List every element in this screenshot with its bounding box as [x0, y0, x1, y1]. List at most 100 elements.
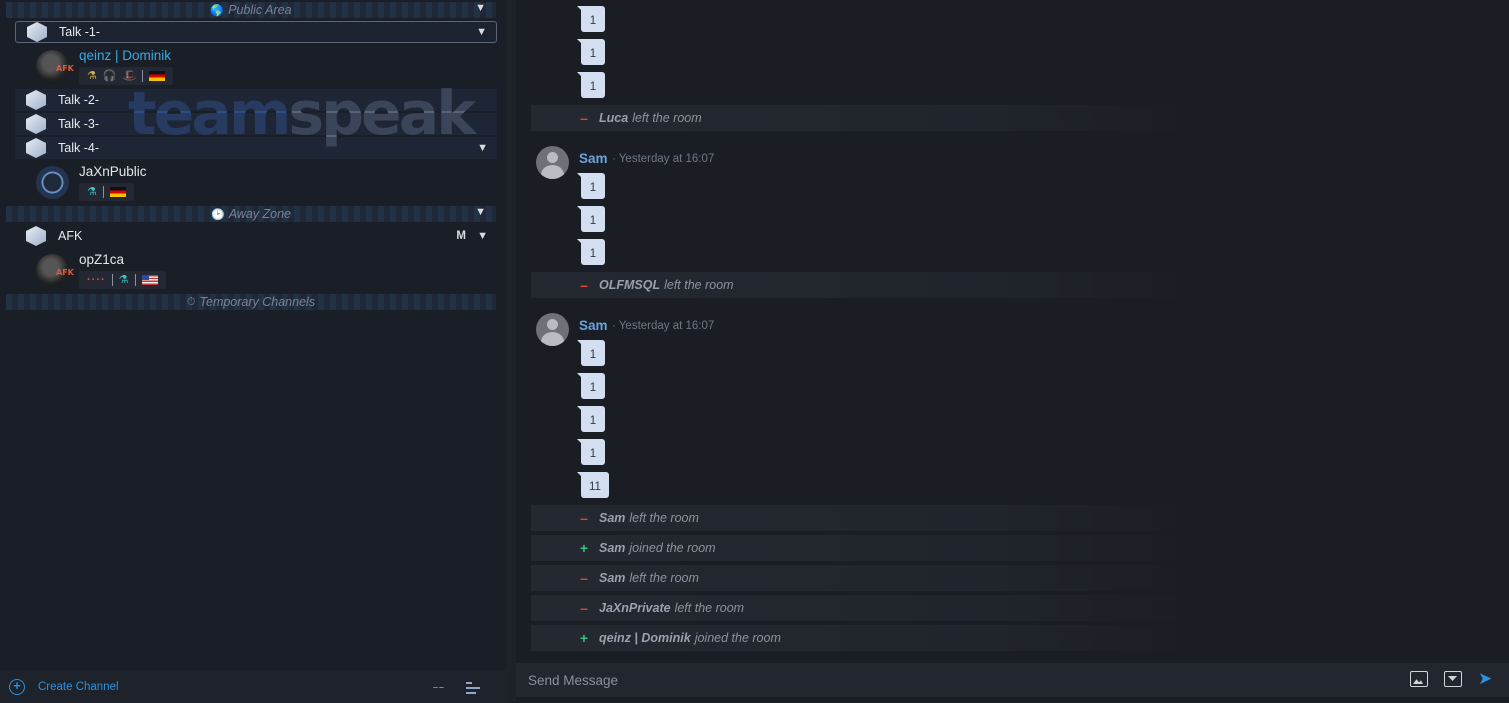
- client-name: opZ1ca: [79, 252, 125, 267]
- event-user[interactable]: JaXnPrivate: [599, 601, 671, 615]
- germany-flag-icon: [109, 187, 126, 197]
- message-bubble: 1: [581, 439, 605, 465]
- channel-tree-panel: teamspeak 🌎 Public Area ▼ Talk -1- ▼ AFK…: [0, 0, 506, 703]
- message-bubble: 11: [581, 472, 609, 498]
- flask-icon: ⚗: [118, 273, 129, 286]
- divider: [142, 70, 144, 82]
- event-text: left the room: [629, 511, 699, 525]
- channel-name: Talk -1-: [59, 25, 100, 39]
- moderated-flag: M: [456, 230, 466, 242]
- message-bubble: 1: [581, 39, 605, 65]
- dots-icon: ····: [87, 273, 106, 286]
- channel-talk-4[interactable]: Talk -4- ▼: [15, 137, 497, 159]
- chevron-down-icon[interactable]: ▼: [475, 2, 486, 14]
- spacer-temporary-channels[interactable]: ⏱ Temporary Channels: [6, 294, 496, 310]
- client-name: qeinz | Dominik: [79, 48, 172, 63]
- author-name[interactable]: Sam: [579, 318, 608, 333]
- event-text: joined the room: [694, 631, 781, 645]
- event-user[interactable]: Sam: [599, 571, 625, 585]
- minus-icon: –: [580, 110, 588, 126]
- flask-icon: ⚗: [87, 69, 97, 82]
- leave-event: – Sam left the room: [531, 565, 1201, 591]
- chat-panel: 1 1 1 – Luca left the room Sam · Yesterd…: [516, 0, 1509, 703]
- minus-icon: –: [580, 600, 588, 616]
- channel-name: AFK: [58, 229, 83, 243]
- stopwatch-icon: ⏱: [186, 295, 196, 308]
- channel-icon: [26, 138, 46, 158]
- avatar[interactable]: [536, 146, 569, 179]
- channel-talk-3[interactable]: Talk -3-: [15, 113, 497, 135]
- timestamp: · Yesterday at 16:07: [612, 153, 715, 165]
- chevron-down-icon[interactable]: ▼: [477, 142, 488, 154]
- image-upload-icon[interactable]: [1410, 671, 1428, 687]
- divider: [134, 274, 136, 286]
- channel-afk[interactable]: AFK M ▼: [15, 225, 497, 247]
- event-text: left the room: [632, 111, 702, 125]
- channel-name: Talk -2-: [58, 93, 99, 107]
- event-user[interactable]: Luca: [599, 111, 628, 125]
- client-qeinz-dominik[interactable]: AFK qeinz | Dominik ⚗ 🎧 🎩: [36, 48, 456, 88]
- leave-event: – JaXnPrivate left the room: [531, 595, 1201, 621]
- teamspeak-window: teamspeak 🌎 Public Area ▼ Talk -1- ▼ AFK…: [0, 0, 1509, 703]
- germany-flag-icon: [149, 71, 166, 81]
- afk-badge: AFK: [56, 268, 74, 277]
- spacer-away-zone[interactable]: 🕑 Away Zone ▼: [6, 206, 496, 222]
- spacer-label: Away Zone: [228, 207, 291, 221]
- add-circle-icon[interactable]: +: [9, 678, 25, 695]
- channel-tree: teamspeak 🌎 Public Area ▼ Talk -1- ▼ AFK…: [0, 0, 506, 670]
- send-icon[interactable]: ➤: [1478, 670, 1496, 687]
- message-bubble: 1: [581, 6, 605, 32]
- message-bubble: 1: [581, 173, 605, 199]
- divider: [102, 186, 104, 198]
- avatar: [36, 166, 69, 199]
- list-sort-icon[interactable]: [466, 679, 482, 695]
- chevron-down-icon[interactable]: ▼: [476, 26, 487, 38]
- panel-splitter[interactable]: [506, 0, 516, 703]
- event-user[interactable]: Sam: [599, 511, 625, 525]
- author-name[interactable]: Sam: [579, 151, 608, 166]
- minus-icon: –: [580, 277, 588, 293]
- clock-icon: 🕑: [210, 208, 225, 221]
- client-name: JaXnPublic: [79, 164, 147, 179]
- channel-icon: [26, 114, 46, 134]
- message-bubble: 1: [581, 340, 605, 366]
- message-bubble: 1: [581, 206, 605, 232]
- leave-event: – OLFMSQL left the room: [531, 272, 1201, 298]
- channel-talk-1[interactable]: Talk -1- ▼: [15, 21, 497, 43]
- plus-icon: +: [579, 540, 589, 556]
- message-bubble: 1: [581, 406, 605, 432]
- channel-name: Talk -4-: [58, 141, 99, 155]
- spacer-label: Temporary Channels: [199, 295, 316, 309]
- join-event: + Sam joined the room: [531, 535, 1201, 561]
- client-badges: ⚗ 🎧 🎩: [79, 67, 174, 85]
- usa-flag-icon: [141, 275, 158, 285]
- timestamp: · Yesterday at 16:07: [612, 320, 715, 332]
- message-composer: ➤: [516, 663, 1509, 697]
- client-badges: ⚗: [79, 183, 134, 201]
- event-text: left the room: [674, 601, 745, 615]
- avatar[interactable]: [536, 313, 569, 346]
- gif-icon[interactable]: [1444, 671, 1462, 687]
- message-input[interactable]: [528, 672, 1388, 688]
- message-bubble: 1: [581, 373, 605, 399]
- afk-badge: AFK: [56, 64, 74, 73]
- plus-icon: +: [579, 630, 589, 646]
- event-text: left the room: [664, 278, 734, 292]
- channel-talk-2[interactable]: Talk -2-: [15, 89, 497, 111]
- event-user[interactable]: qeinz | Dominik: [599, 631, 691, 645]
- client-jaxnpublic[interactable]: JaXnPublic ⚗: [36, 164, 456, 204]
- channel-tree-footer: + Create Channel ––: [0, 670, 506, 703]
- event-user[interactable]: OLFMSQL: [599, 278, 660, 292]
- create-channel-button[interactable]: Create Channel: [38, 681, 119, 693]
- spacer-public-area[interactable]: 🌎 Public Area ▼: [6, 2, 496, 18]
- event-text: joined the room: [629, 541, 716, 555]
- leave-event: – Luca left the room: [531, 105, 1201, 131]
- chevron-down-icon[interactable]: ▼: [477, 230, 488, 242]
- leave-event: – Sam left the room: [531, 505, 1201, 531]
- message-bubble: 1: [581, 239, 605, 265]
- chevron-down-icon[interactable]: ▼: [475, 206, 486, 218]
- spacer-label: Public Area: [228, 3, 292, 17]
- event-user[interactable]: Sam: [599, 541, 625, 555]
- client-opz1ca[interactable]: AFK opZ1ca ···· ⚗: [36, 252, 456, 292]
- collapse-icon[interactable]: ––: [433, 682, 453, 692]
